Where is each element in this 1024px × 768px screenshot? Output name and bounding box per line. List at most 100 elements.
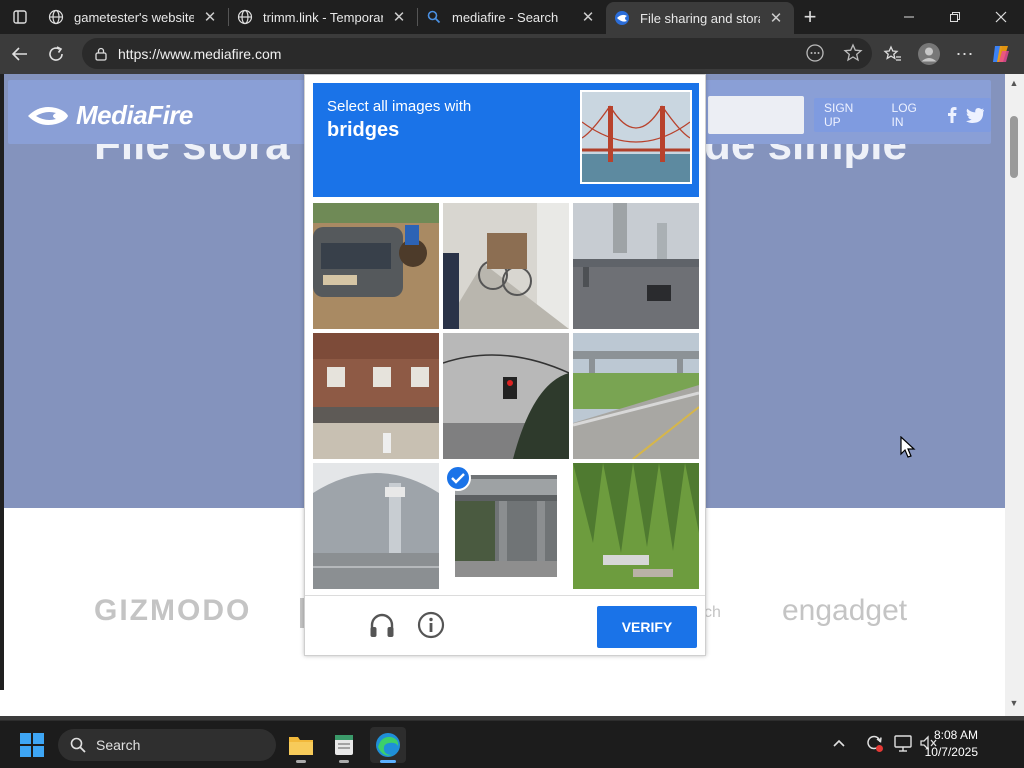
close-tab-icon[interactable]: ✕ <box>768 10 784 27</box>
back-arrow-icon <box>11 47 27 61</box>
file-explorer-button[interactable] <box>283 727 319 763</box>
profile-button[interactable] <box>916 38 942 70</box>
captcha-tile[interactable] <box>313 203 439 329</box>
tab-title: File sharing and storage made simple <box>640 10 760 26</box>
search-icon <box>426 9 442 25</box>
more-dots-icon: ⋯ <box>955 43 975 64</box>
reader-mode-icon[interactable] <box>804 42 826 69</box>
site-search-input[interactable] <box>708 96 804 134</box>
captcha-sample-image <box>580 90 692 184</box>
scroll-up-icon[interactable]: ▲ <box>1009 78 1019 88</box>
favorites-icon <box>883 45 901 61</box>
header-actions: SIGN UP LOG IN <box>814 98 991 132</box>
captcha-image-grid <box>313 203 699 589</box>
tab-strip: gametester's website ✕ trimm.link - Temp… <box>0 0 1024 34</box>
captcha-tile[interactable] <box>313 463 439 589</box>
mouse-cursor-icon <box>900 435 916 463</box>
edge-app-button[interactable] <box>370 727 406 763</box>
folder-icon <box>289 737 313 755</box>
running-indicator <box>296 760 306 763</box>
address-bar[interactable]: https://www.mediafire.com <box>82 38 872 69</box>
system-clock[interactable]: 8:08 AM 10/7/2025 <box>925 727 978 761</box>
browser-toolbar: https://www.mediafire.com ⋯ <box>0 34 1024 74</box>
refresh-button[interactable] <box>38 36 74 72</box>
favorites-button[interactable] <box>880 38 906 70</box>
press-logo-partial: ch <box>704 604 721 621</box>
close-icon <box>995 11 1007 23</box>
close-tab-icon[interactable]: ✕ <box>580 9 596 26</box>
audio-challenge-button[interactable] <box>367 610 397 640</box>
minimize-icon <box>904 16 914 18</box>
taskbar-search-box[interactable]: Search <box>58 729 276 761</box>
captcha-tile[interactable] <box>443 203 569 329</box>
system-tray <box>828 733 940 753</box>
close-tab-icon[interactable]: ✕ <box>391 9 407 26</box>
minimize-button[interactable] <box>886 0 932 34</box>
tab-title: mediafire - Search <box>452 9 559 25</box>
scroll-down-icon[interactable]: ▼ <box>1009 698 1019 708</box>
windows-logo-icon <box>20 733 44 757</box>
globe-icon <box>48 9 64 25</box>
active-indicator <box>380 760 396 763</box>
headphones-icon <box>370 613 394 637</box>
notepad-icon <box>335 735 353 755</box>
mediafire-flame-icon <box>28 106 68 125</box>
info-button[interactable] <box>416 610 446 640</box>
tab-title: gametester's website <box>74 9 194 25</box>
tab-actions-icon <box>13 10 27 24</box>
tab-mediafire-active[interactable]: File sharing and storage made simple ✕ <box>606 2 794 34</box>
tab-actions-button[interactable] <box>0 0 40 34</box>
captcha-header: Select all images with bridges <box>313 83 699 197</box>
chevron-up-icon[interactable] <box>828 738 850 748</box>
sign-up-button[interactable]: SIGN UP <box>814 98 882 132</box>
selected-tile-image <box>455 475 557 577</box>
tab-title: trimm.link - Temporary URL <box>263 9 383 25</box>
window-controls <box>886 0 1024 34</box>
twitter-icon[interactable] <box>964 98 987 132</box>
verify-button[interactable]: VERIFY <box>597 606 697 648</box>
captcha-tile[interactable] <box>573 333 699 459</box>
mediafire-favicon-icon <box>614 10 630 26</box>
url-text: https://www.mediafire.com <box>118 45 282 62</box>
captcha-tile-selected[interactable] <box>443 463 569 589</box>
scrollbar-thumb[interactable] <box>1010 116 1018 178</box>
copilot-icon <box>993 46 1009 62</box>
captcha-footer: VERIFY <box>305 595 705 655</box>
tab-mediafire-search[interactable]: mediafire - Search ✕ <box>418 0 606 34</box>
windows-taskbar: Search 8:08 AM 10/7/2025 <box>0 720 1024 768</box>
start-button[interactable] <box>20 733 44 757</box>
taskbar-search-label: Search <box>96 737 141 753</box>
captcha-prompt: Select all images with <box>327 98 472 115</box>
refresh-icon <box>49 46 63 61</box>
plus-icon: + <box>803 4 817 29</box>
site-info-icon[interactable] <box>86 47 116 61</box>
clock-date: 10/7/2025 <box>924 745 978 759</box>
mediafire-logo[interactable]: MediaFire <box>26 100 193 131</box>
tab-gametester[interactable]: gametester's website ✕ <box>40 0 228 34</box>
settings-more-button[interactable]: ⋯ <box>952 38 978 70</box>
edge-browser-icon <box>376 733 400 757</box>
network-icon[interactable] <box>890 734 916 752</box>
page-scrollbar[interactable]: ▲ ▼ <box>1005 74 1024 720</box>
captcha-tile[interactable] <box>573 203 699 329</box>
tab-trimm-link[interactable]: trimm.link - Temporary URL ✕ <box>229 0 417 34</box>
captcha-tile[interactable] <box>313 333 439 459</box>
facebook-icon[interactable] <box>941 98 964 132</box>
new-tab-button[interactable]: + <box>794 0 826 34</box>
running-indicator <box>339 760 349 763</box>
notepad-app-button[interactable] <box>326 727 362 763</box>
copilot-button[interactable] <box>988 38 1014 70</box>
captcha-tile[interactable] <box>443 333 569 459</box>
restore-button[interactable] <box>932 0 978 34</box>
back-button[interactable] <box>2 36 38 72</box>
captcha-tile[interactable] <box>573 463 699 589</box>
press-logo-gizmodo: GIZMODO <box>94 594 252 627</box>
search-icon <box>70 737 86 753</box>
close-window-button[interactable] <box>978 0 1024 34</box>
favorite-star-icon[interactable] <box>842 42 864 69</box>
press-logo-engadget: engadget <box>782 594 908 627</box>
log-in-button[interactable]: LOG IN <box>882 98 941 132</box>
tile-selected-check-icon <box>445 465 471 491</box>
close-tab-icon[interactable]: ✕ <box>202 9 218 26</box>
sync-alert-icon[interactable] <box>858 733 890 753</box>
